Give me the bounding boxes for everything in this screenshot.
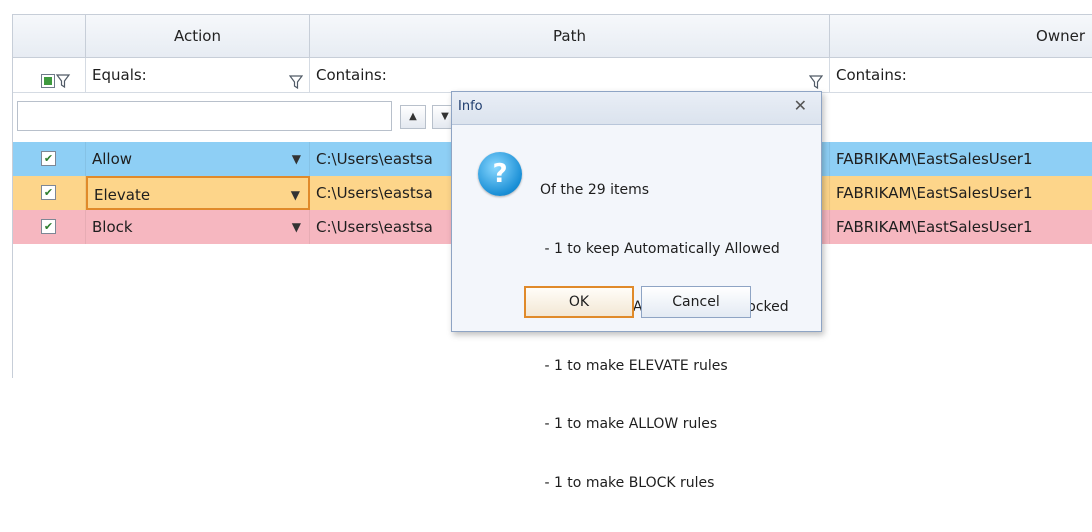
owner-cell[interactable]: FABRIKAM\EastSalesUser1 <box>830 210 1092 244</box>
message-line: - 1 to make ELEVATE rules <box>540 357 728 374</box>
select-cell[interactable]: ✔ <box>13 142 86 176</box>
dropdown-arrow-icon[interactable]: ▼ <box>292 142 301 176</box>
dialog-title: Info <box>458 99 483 114</box>
cancel-button[interactable]: Cancel <box>641 286 751 318</box>
message-line: Of the 29 items <box>540 182 650 198</box>
action-filter-icon[interactable] <box>288 67 304 90</box>
action-cell[interactable]: Elevate ▼ <box>86 176 310 210</box>
path-filter-cell[interactable]: Contains: <box>310 58 830 92</box>
header-path[interactable]: Path <box>310 15 830 57</box>
path-filter-label: Contains: <box>316 66 387 84</box>
dialog-message: Of the 29 items - 1 to keep Automaticall… <box>540 142 789 532</box>
search-up-button[interactable]: ▲ <box>400 105 426 129</box>
owner-cell[interactable]: FABRIKAM\EastSalesUser1 <box>830 142 1092 176</box>
action-value: Block <box>92 218 133 236</box>
grid-header: Action Path Owner <box>13 15 1092 58</box>
search-input[interactable] <box>17 101 392 131</box>
row-checkbox[interactable]: ✔ <box>41 219 56 234</box>
header-owner[interactable]: Owner <box>830 15 1092 57</box>
action-value: Elevate <box>94 186 151 204</box>
message-line: - 1 to make BLOCK rules <box>540 474 715 491</box>
select-cell[interactable]: ✔ <box>13 176 86 210</box>
row-checkbox[interactable]: ✔ <box>41 151 56 166</box>
owner-filter-cell[interactable]: Contains: <box>830 58 1092 92</box>
dialog-title-bar[interactable]: Info ✕ <box>452 92 821 125</box>
action-value: Allow <box>92 150 133 168</box>
row-checkbox[interactable]: ✔ <box>41 185 56 200</box>
filter-row: Equals: Contains: Contains: <box>13 58 1092 93</box>
owner-filter-label: Contains: <box>836 66 907 84</box>
action-filter-cell[interactable]: Equals: <box>86 58 310 92</box>
question-icon: ? <box>478 152 522 196</box>
header-action[interactable]: Action <box>86 15 310 57</box>
ok-button[interactable]: OK <box>524 286 634 318</box>
select-cell[interactable]: ✔ <box>13 210 86 244</box>
info-dialog: Info ✕ ? Of the 29 items - 1 to keep Aut… <box>451 91 822 491</box>
dropdown-arrow-icon[interactable]: ▼ <box>291 178 300 208</box>
action-cell[interactable]: Allow ▼ <box>86 142 310 176</box>
header-select <box>13 15 86 57</box>
owner-cell[interactable]: FABRIKAM\EastSalesUser1 <box>830 176 1092 210</box>
path-filter-icon[interactable] <box>808 67 824 90</box>
action-cell[interactable]: Block ▼ <box>86 210 310 244</box>
dropdown-arrow-icon[interactable]: ▼ <box>292 210 301 244</box>
close-icon[interactable]: ✕ <box>794 96 807 115</box>
action-filter-label: Equals: <box>92 66 147 84</box>
message-line: - 1 to keep Automatically Allowed <box>540 240 780 257</box>
message-line: - 1 to make ALLOW rules <box>540 416 718 432</box>
select-filter-cell <box>13 58 86 92</box>
